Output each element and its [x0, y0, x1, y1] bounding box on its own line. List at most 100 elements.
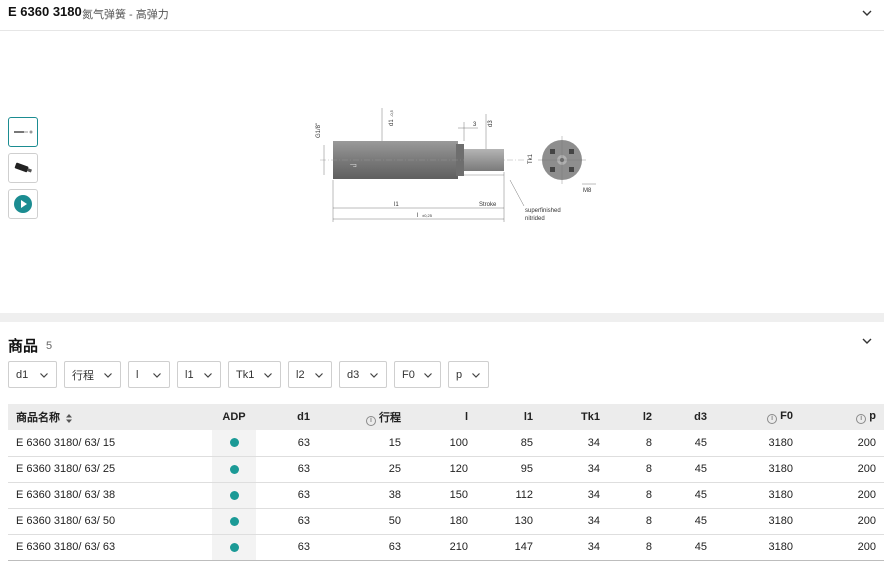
- cell-p: 200: [801, 456, 884, 483]
- column-header-name[interactable]: 商品名称: [8, 404, 212, 430]
- cell-l1: 95: [476, 456, 541, 483]
- technical-drawing: ⫎ G1/8" d1 -0,5 3 d3 l1 Stroke l ±0,25 s…: [310, 100, 610, 230]
- cell-f0: 3180: [715, 430, 801, 457]
- cell-stroke: 63: [318, 534, 409, 561]
- info-icon[interactable]: i: [856, 414, 867, 424]
- column-header-d3: d3: [694, 411, 707, 423]
- cell-name[interactable]: E 6360 3180/ 63/ 63: [8, 534, 212, 561]
- cell-f0: 3180: [715, 456, 801, 483]
- cell-tk1: 34: [541, 482, 608, 509]
- chevron-down-icon: [40, 372, 48, 378]
- label-d3: d3: [488, 120, 494, 127]
- cell-d3: 45: [660, 508, 715, 535]
- cell-f0: 3180: [715, 508, 801, 535]
- cell-p: 200: [801, 430, 884, 457]
- filter-tk1[interactable]: Tk1: [228, 361, 281, 388]
- label-d1: d1: [389, 119, 395, 126]
- drawing-thumb-icon: [14, 130, 33, 134]
- cell-adp: [212, 534, 256, 561]
- cell-name[interactable]: E 6360 3180/ 63/ 25: [8, 456, 212, 483]
- adp-status-dot: [229, 516, 239, 526]
- table-row[interactable]: E 6360 3180/ 63/ 50 63 50 180 130 34 8 4…: [8, 508, 884, 535]
- cell-name[interactable]: E 6360 3180/ 63/ 38: [8, 482, 212, 509]
- cell-l: 180: [409, 508, 476, 535]
- chevron-down-icon: [424, 372, 432, 378]
- sort-icon: [66, 413, 72, 423]
- table-row[interactable]: E 6360 3180/ 63/ 15 63 15 100 85 34 8 45…: [8, 430, 884, 457]
- cell-stroke: 50: [318, 508, 409, 535]
- info-icon[interactable]: i: [366, 415, 376, 426]
- cell-adp: [212, 508, 256, 535]
- chevron-down-icon[interactable]: [860, 6, 874, 20]
- cell-l: 120: [409, 456, 476, 483]
- label-tk1: Tk1: [528, 153, 534, 164]
- cell-adp: [212, 430, 256, 457]
- column-header-l: l: [464, 411, 468, 423]
- cell-tk1: 34: [541, 534, 608, 561]
- column-header-adp: ADP: [222, 411, 246, 423]
- cell-l: 210: [409, 534, 476, 561]
- cell-name[interactable]: E 6360 3180/ 63/ 50: [8, 508, 212, 535]
- cell-l2: 8: [608, 534, 660, 561]
- filter-stroke[interactable]: 行程: [64, 361, 121, 388]
- products-count: 5: [46, 340, 53, 352]
- table-row[interactable]: E 6360 3180/ 63/ 38 63 38 150 112 34 8 4…: [8, 482, 884, 509]
- cell-d3: 45: [660, 456, 715, 483]
- cell-p: 200: [801, 534, 884, 561]
- cell-l1: 147: [476, 534, 541, 561]
- chevron-down-icon[interactable]: [860, 334, 874, 348]
- label-stroke: Stroke: [479, 202, 497, 208]
- cell-d3: 45: [660, 482, 715, 509]
- column-header-l2: l2: [642, 411, 652, 423]
- cell-d1: 63: [256, 456, 318, 483]
- filter-d3[interactable]: d3: [339, 361, 387, 388]
- cell-l1: 130: [476, 508, 541, 535]
- label-superfinished: superfinished: [525, 208, 561, 214]
- adp-status-dot: [229, 490, 239, 500]
- adp-status-dot: [229, 542, 239, 552]
- gas-spring-photo-icon: [14, 162, 32, 173]
- label-l-tolerance: ±0,25: [422, 213, 433, 218]
- cell-f0: 3180: [715, 534, 801, 561]
- table-header-row: 商品名称 ADP d1 i 行程 l l1 Tk1 l2 d3 i F0 ip: [8, 404, 884, 430]
- filter-l[interactable]: l: [128, 361, 170, 388]
- filter-l1[interactable]: l1: [177, 361, 221, 388]
- thumbnail-video[interactable]: [8, 189, 38, 219]
- chevron-down-icon: [315, 372, 323, 378]
- cell-d1: 63: [256, 534, 318, 561]
- filter-f0[interactable]: F0: [394, 361, 441, 388]
- label-nitrided: nitrided: [525, 216, 545, 222]
- product-description: 氮气弹簧 - 高弹力: [82, 9, 169, 21]
- cell-name[interactable]: E 6360 3180/ 63/ 15: [8, 430, 212, 457]
- cell-l1: 112: [476, 482, 541, 509]
- column-header-tk1: Tk1: [581, 411, 600, 423]
- table-row[interactable]: E 6360 3180/ 63/ 25 63 25 120 95 34 8 45…: [8, 456, 884, 483]
- cell-l: 100: [409, 430, 476, 457]
- adp-status-dot: [229, 464, 239, 474]
- filter-bar: d1 行程 l l1 Tk1 l2 d3 F0 p: [8, 361, 489, 388]
- cell-d1: 63: [256, 482, 318, 509]
- label-g18: G1/8": [316, 123, 322, 138]
- adp-status-dot: [229, 438, 239, 448]
- cell-d3: 45: [660, 430, 715, 457]
- column-header-stroke: i 行程: [318, 404, 409, 430]
- filter-l2[interactable]: l2: [288, 361, 332, 388]
- table-row[interactable]: E 6360 3180/ 63/ 63 63 63 210 147 34 8 4…: [8, 534, 884, 561]
- info-icon[interactable]: i: [767, 414, 778, 424]
- column-header-d1: d1: [297, 411, 310, 423]
- filter-p[interactable]: p: [448, 361, 489, 388]
- cell-tk1: 34: [541, 430, 608, 457]
- column-header-p: ip: [801, 404, 884, 430]
- thumbnail-drawing[interactable]: [8, 117, 38, 147]
- cell-d1: 63: [256, 508, 318, 535]
- chevron-down-icon: [204, 372, 212, 378]
- products-title: 商品: [8, 338, 39, 355]
- cell-d3: 45: [660, 534, 715, 561]
- filter-d1[interactable]: d1: [8, 361, 57, 388]
- label-d1-tolerance: -0,5: [389, 109, 394, 117]
- cell-p: 200: [801, 482, 884, 509]
- thumbnail-photo[interactable]: [8, 153, 38, 183]
- chevron-down-icon: [153, 372, 161, 378]
- chevron-down-icon: [472, 372, 480, 378]
- cell-l2: 8: [608, 508, 660, 535]
